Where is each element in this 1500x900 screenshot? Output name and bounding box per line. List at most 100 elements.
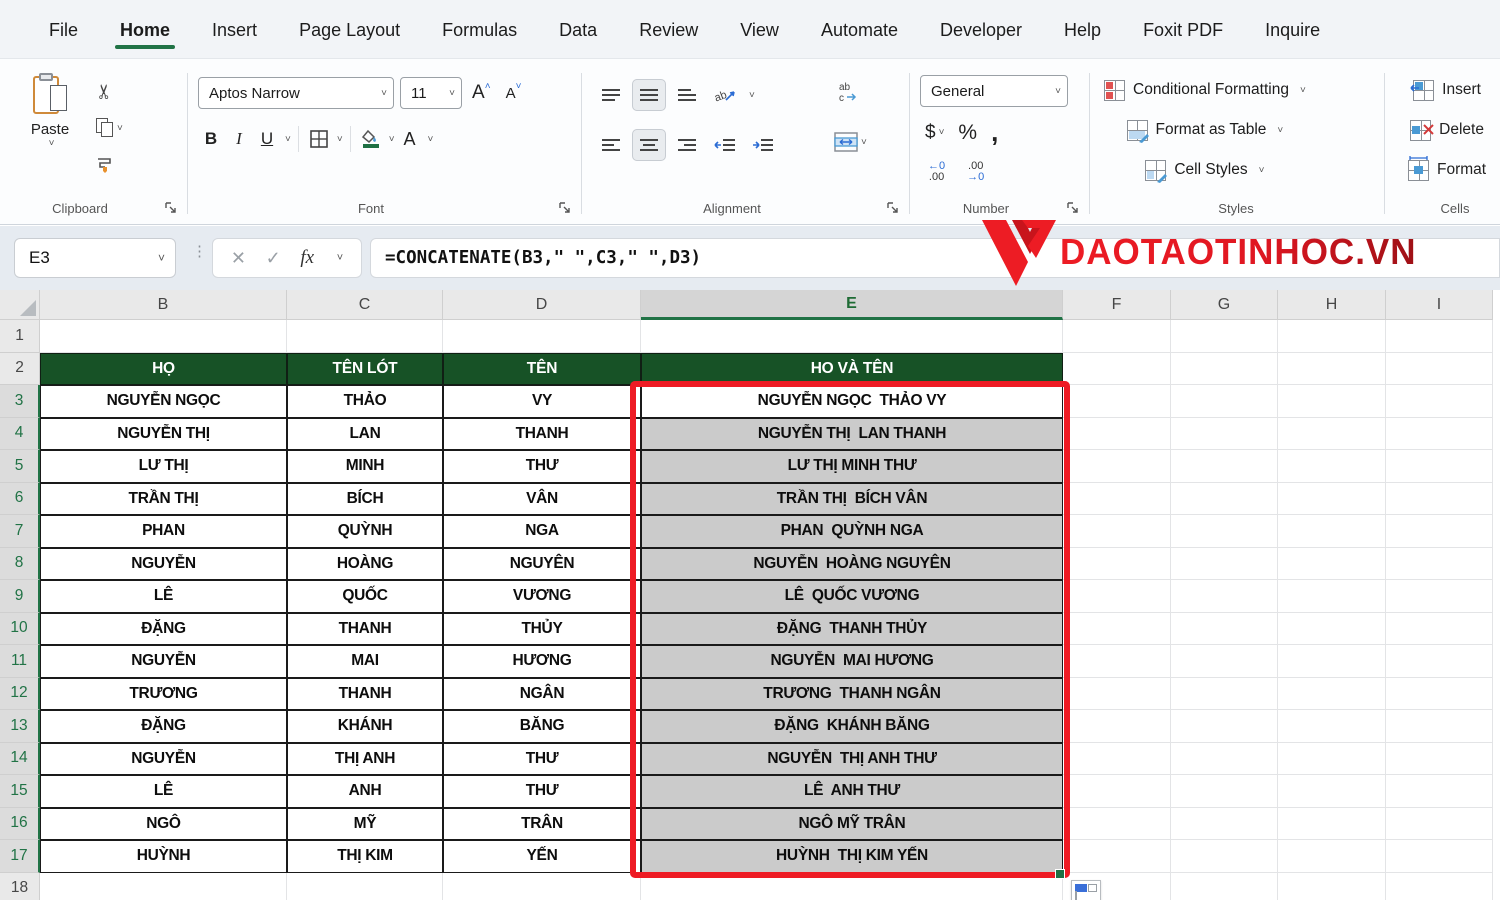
cell-F9[interactable] bbox=[1063, 580, 1171, 613]
cell-B4[interactable]: NGUYỄN THỊ bbox=[40, 417, 287, 450]
cell-D8[interactable]: NGUYÊN bbox=[443, 547, 641, 580]
cell-H15[interactable] bbox=[1278, 775, 1386, 808]
tab-inquire[interactable]: Inquire bbox=[1244, 6, 1341, 53]
tab-automate[interactable]: Automate bbox=[800, 6, 919, 53]
cell-F5[interactable] bbox=[1063, 450, 1171, 483]
cancel-button[interactable]: ✕ bbox=[231, 248, 246, 269]
cell-E17[interactable]: HUỲNH THỊ KIM YẾN bbox=[641, 840, 1063, 873]
autofill-options-button[interactable] bbox=[1071, 880, 1101, 900]
cell-C14[interactable]: THỊ ANH bbox=[287, 742, 443, 775]
number-dialog-launcher-icon[interactable] bbox=[1066, 201, 1080, 215]
cell-H2[interactable] bbox=[1278, 352, 1386, 385]
cell-C6[interactable]: BÍCH bbox=[287, 482, 443, 515]
cell-I18[interactable] bbox=[1386, 872, 1493, 900]
column-header-C[interactable]: C bbox=[287, 290, 443, 320]
cell-H3[interactable] bbox=[1278, 385, 1386, 418]
cell-H12[interactable] bbox=[1278, 677, 1386, 710]
cell-E11[interactable]: NGUYỄN MAI HƯƠNG bbox=[641, 645, 1063, 678]
shrink-font-button[interactable]: A ˅ bbox=[501, 79, 527, 107]
formula-input[interactable]: =CONCATENATE(B3," ",C3," ",D3) bbox=[370, 238, 1500, 278]
cell-E16[interactable]: NGÔ MỸ TRÂN bbox=[641, 807, 1063, 840]
cell-B6[interactable]: TRẦN THỊ bbox=[40, 482, 287, 515]
cell-I6[interactable] bbox=[1386, 482, 1493, 515]
cell-B5[interactable]: LƯ THỊ bbox=[40, 450, 287, 483]
cell-F1[interactable] bbox=[1063, 320, 1171, 353]
cell-H16[interactable] bbox=[1278, 807, 1386, 840]
column-header-I[interactable]: I bbox=[1386, 290, 1493, 320]
cell-B16[interactable]: NGÔ bbox=[40, 807, 287, 840]
cell-B7[interactable]: PHAN bbox=[40, 515, 287, 548]
cell-F6[interactable] bbox=[1063, 482, 1171, 515]
wrap-text-button[interactable]: ab c bbox=[832, 75, 868, 109]
cell-G16[interactable] bbox=[1171, 807, 1278, 840]
cell-C18[interactable] bbox=[287, 872, 443, 900]
cell-C5[interactable]: MINH bbox=[287, 450, 443, 483]
column-header-E[interactable]: E bbox=[641, 290, 1063, 320]
row-header-3[interactable]: 3 bbox=[0, 385, 40, 418]
column-header-G[interactable]: G bbox=[1171, 290, 1278, 320]
row-header-6[interactable]: 6 bbox=[0, 482, 40, 515]
number-format-combo[interactable]: General ˅ bbox=[920, 75, 1068, 107]
cell-D17[interactable]: YẾN bbox=[443, 840, 641, 873]
cell-I8[interactable] bbox=[1386, 547, 1493, 580]
cell-D5[interactable]: THƯ bbox=[443, 450, 641, 483]
cell-E7[interactable]: PHAN QUỲNH NGA bbox=[641, 515, 1063, 548]
cell-C4[interactable]: LAN bbox=[287, 417, 443, 450]
format-as-table-button[interactable]: Format as Table ˅ bbox=[1104, 115, 1306, 145]
row-header-12[interactable]: 12 bbox=[0, 677, 40, 710]
column-header-H[interactable]: H bbox=[1278, 290, 1386, 320]
merge-center-button[interactable]: ˅ bbox=[830, 125, 871, 159]
decrease-indent-button[interactable] bbox=[708, 129, 742, 161]
cell-B12[interactable]: TRƯƠNG bbox=[40, 677, 287, 710]
cell-F16[interactable] bbox=[1063, 807, 1171, 840]
cell-F17[interactable] bbox=[1063, 840, 1171, 873]
format-painter-button[interactable] bbox=[92, 151, 118, 179]
cell-B3[interactable]: NGUYỄN NGỌC bbox=[40, 385, 287, 418]
cell-B13[interactable]: ĐẶNG bbox=[40, 710, 287, 743]
tab-home[interactable]: Home bbox=[99, 6, 191, 53]
cell-F10[interactable] bbox=[1063, 612, 1171, 645]
cell-F14[interactable] bbox=[1063, 742, 1171, 775]
cell-D18[interactable] bbox=[443, 872, 641, 900]
copy-button[interactable]: ˅ bbox=[92, 114, 127, 142]
cell-C15[interactable]: ANH bbox=[287, 775, 443, 808]
cell-G5[interactable] bbox=[1171, 450, 1278, 483]
cell-F2[interactable] bbox=[1063, 352, 1171, 385]
font-dialog-launcher-icon[interactable] bbox=[558, 201, 572, 215]
cell-D9[interactable]: VƯƠNG bbox=[443, 580, 641, 613]
tab-page-layout[interactable]: Page Layout bbox=[278, 6, 421, 53]
cell-I5[interactable] bbox=[1386, 450, 1493, 483]
cell-G1[interactable] bbox=[1171, 320, 1278, 353]
tab-insert[interactable]: Insert bbox=[191, 6, 278, 53]
cell-E14[interactable]: NGUYỄN THỊ ANH THƯ bbox=[641, 742, 1063, 775]
italic-button[interactable]: I bbox=[226, 125, 252, 153]
cell-D4[interactable]: THANH bbox=[443, 417, 641, 450]
cell-B1[interactable] bbox=[40, 320, 287, 353]
cell-C3[interactable]: THẢO bbox=[287, 385, 443, 418]
cell-F8[interactable] bbox=[1063, 547, 1171, 580]
clipboard-dialog-launcher-icon[interactable] bbox=[164, 201, 178, 215]
fill-color-button[interactable] bbox=[358, 125, 384, 153]
cell-E12[interactable]: TRƯƠNG THANH NGÂN bbox=[641, 677, 1063, 710]
cell-E15[interactable]: LÊ ANH THƯ bbox=[641, 775, 1063, 808]
cell-G18[interactable] bbox=[1171, 872, 1278, 900]
tab-help[interactable]: Help bbox=[1043, 6, 1122, 53]
cell-I14[interactable] bbox=[1386, 742, 1493, 775]
cell-C17[interactable]: THỊ KIM bbox=[287, 840, 443, 873]
cell-E1[interactable] bbox=[641, 320, 1063, 353]
cell-G3[interactable] bbox=[1171, 385, 1278, 418]
cell-C9[interactable]: QUỐC bbox=[287, 580, 443, 613]
cell-H18[interactable] bbox=[1278, 872, 1386, 900]
cell-B14[interactable]: NGUYỄN bbox=[40, 742, 287, 775]
cell-C13[interactable]: KHÁNH bbox=[287, 710, 443, 743]
cell-D10[interactable]: THỦY bbox=[443, 612, 641, 645]
percent-style-button[interactable]: % bbox=[955, 121, 980, 145]
tab-developer[interactable]: Developer bbox=[919, 6, 1043, 53]
cell-E8[interactable]: NGUYỄN HOÀNG NGUYÊN bbox=[641, 547, 1063, 580]
cell-E18[interactable] bbox=[641, 872, 1063, 900]
cell-D6[interactable]: VÂN bbox=[443, 482, 641, 515]
cell-I9[interactable] bbox=[1386, 580, 1493, 613]
cell-H11[interactable] bbox=[1278, 645, 1386, 678]
tab-foxit-pdf[interactable]: Foxit PDF bbox=[1122, 6, 1244, 53]
cell-F7[interactable] bbox=[1063, 515, 1171, 548]
